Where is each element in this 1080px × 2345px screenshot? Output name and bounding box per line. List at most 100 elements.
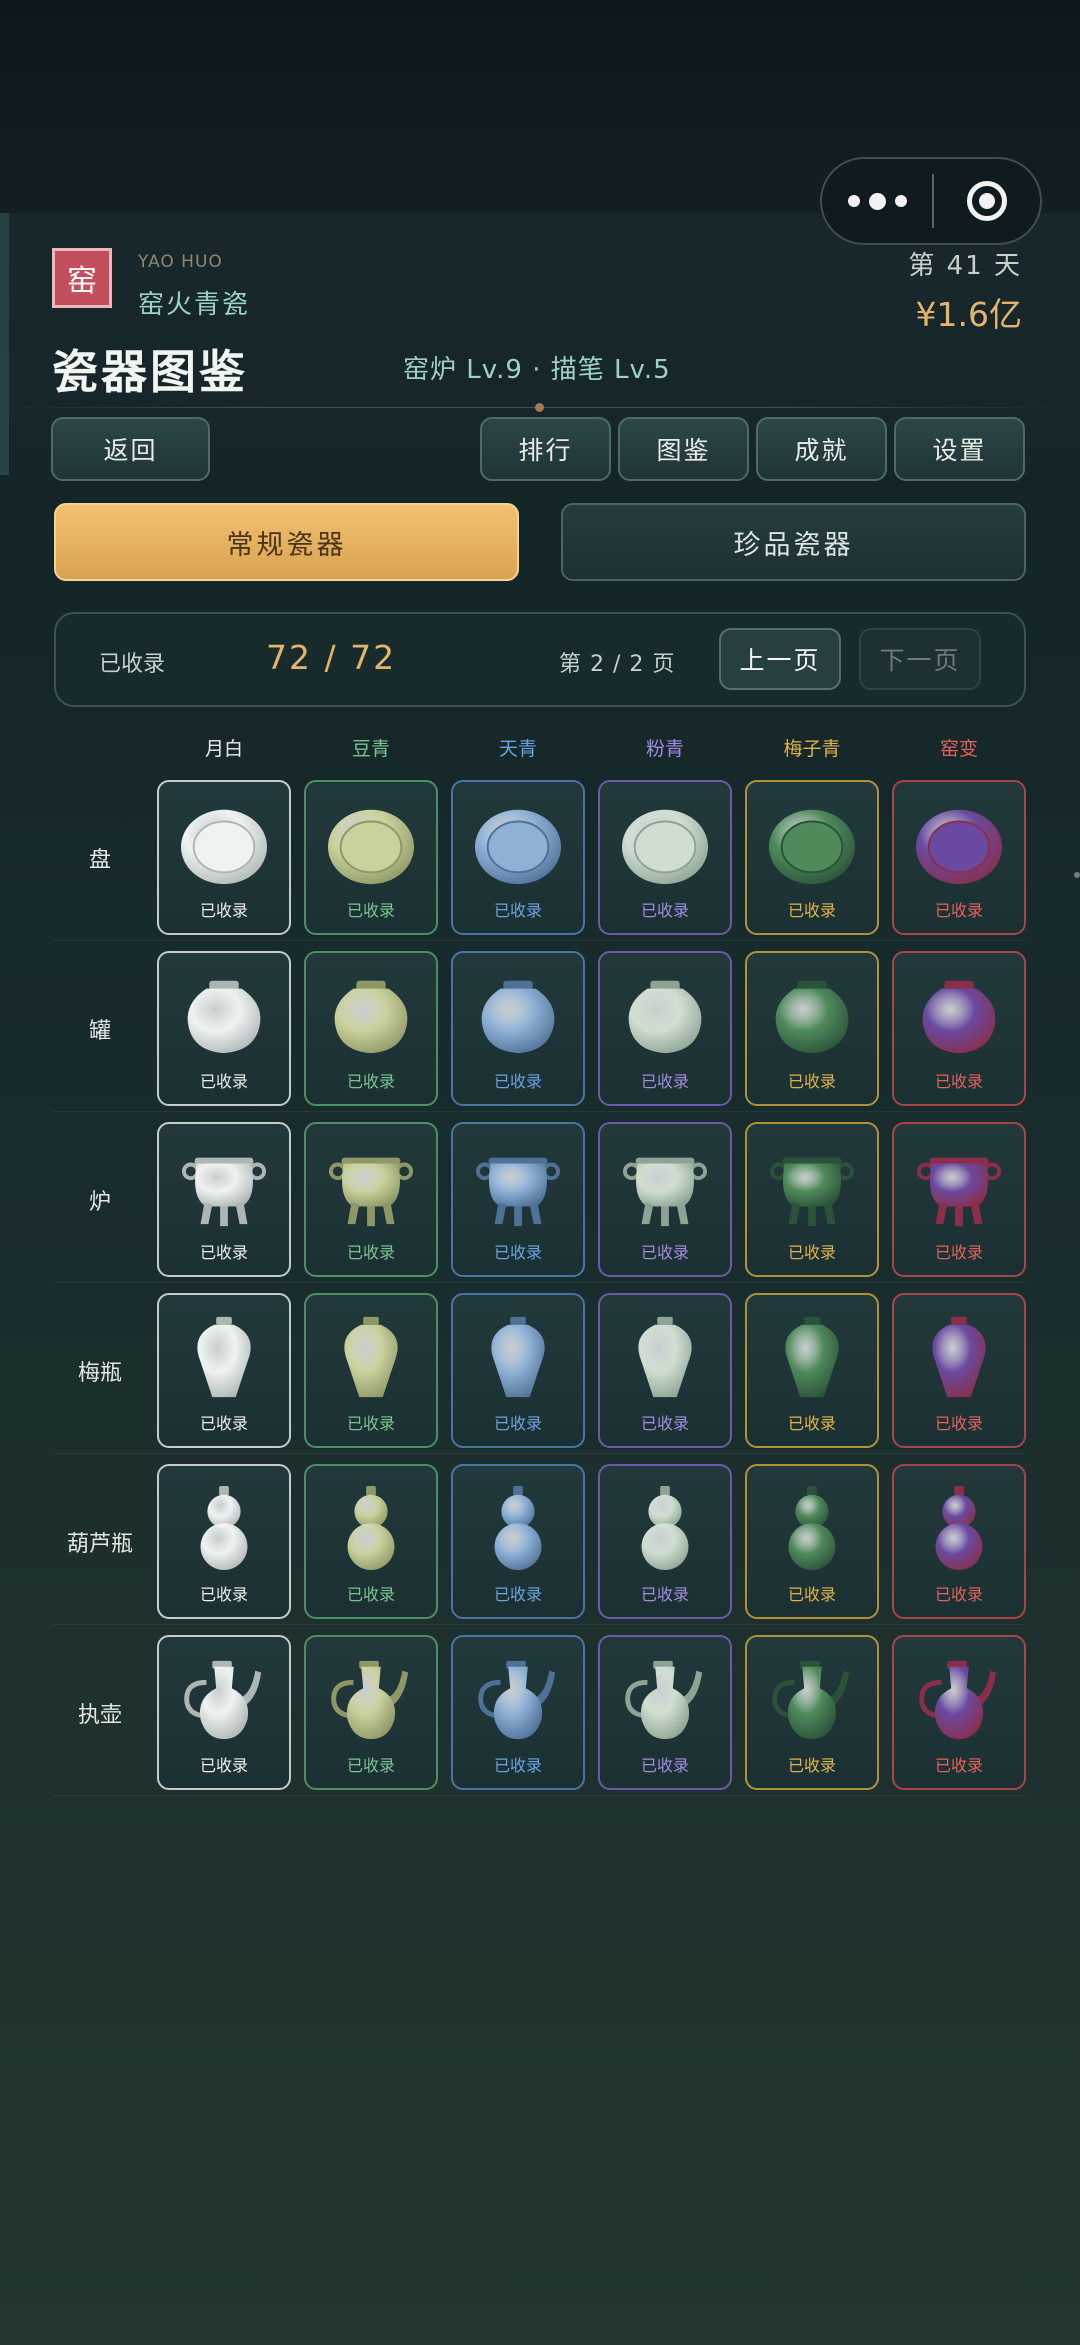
- porcelain-image: [334, 980, 408, 1054]
- collected-status: 已收录: [640, 1243, 689, 1262]
- porcelain-card[interactable]: 已收录: [304, 780, 438, 935]
- porcelain-card[interactable]: 已收录: [598, 951, 732, 1106]
- settings-button[interactable]: 设置: [894, 417, 1025, 481]
- vessel-label: 葫芦瓶: [66, 1532, 133, 1557]
- porcelain-image: [916, 1157, 1002, 1227]
- porcelain-card[interactable]: 已收录: [451, 1635, 585, 1790]
- collected-status: 已收录: [787, 1072, 836, 1091]
- level-info: 窑炉 Lv.9 · 描笔 Lv.5: [403, 355, 671, 385]
- porcelain-card[interactable]: 已收录: [598, 1122, 732, 1277]
- porcelain-card[interactable]: 已收录: [892, 951, 1026, 1106]
- money-display: ¥1.6亿: [915, 295, 1022, 334]
- porcelain-image: [180, 809, 268, 885]
- porcelain-image: [481, 980, 555, 1054]
- porcelain-card[interactable]: 已收录: [157, 951, 291, 1106]
- porcelain-card[interactable]: 已收录: [745, 1122, 879, 1277]
- vessel-label: 梅瓶: [77, 1361, 122, 1386]
- tab-rare-porcelain[interactable]: 珍品瓷器: [561, 503, 1026, 581]
- glaze-column-header: 粉青: [645, 738, 684, 760]
- porcelain-card[interactable]: 已收录: [451, 951, 585, 1106]
- porcelain-card[interactable]: 已收录: [304, 1293, 438, 1448]
- porcelain-image: [622, 1157, 708, 1227]
- porcelain-image: [788, 1485, 836, 1571]
- porcelain-image: [187, 980, 261, 1054]
- porcelain-image: [922, 980, 996, 1054]
- porcelain-card[interactable]: 已收录: [451, 780, 585, 935]
- porcelain-image: [915, 809, 1003, 885]
- porcelain-card[interactable]: 已收录: [745, 780, 879, 935]
- target-icon[interactable]: [934, 181, 1040, 221]
- tab-regular-porcelain[interactable]: 常规瓷器: [54, 503, 519, 581]
- glaze-column-header: 天青: [498, 738, 537, 760]
- mini-program-capsule[interactable]: [820, 157, 1042, 245]
- porcelain-card[interactable]: 已收录: [892, 1122, 1026, 1277]
- row-divider: [52, 1111, 1026, 1112]
- collected-status: 已收录: [493, 1585, 542, 1604]
- game-logo: 窑: [52, 248, 112, 308]
- porcelain-image: [638, 1316, 692, 1398]
- porcelain-card[interactable]: 已收录: [451, 1464, 585, 1619]
- collected-status: 已收录: [787, 1243, 836, 1262]
- collected-status: 已收录: [493, 1072, 542, 1091]
- divider-dot: [535, 403, 544, 412]
- porcelain-card[interactable]: 已收录: [304, 1122, 438, 1277]
- porcelain-card[interactable]: 已收录: [598, 1635, 732, 1790]
- porcelain-card[interactable]: 已收录: [304, 951, 438, 1106]
- scroll-dot: [1074, 872, 1080, 878]
- porcelain-image: [200, 1485, 248, 1571]
- glaze-column-header: 豆青: [351, 738, 390, 760]
- vessel-label: 执壶: [77, 1703, 122, 1728]
- row-divider: [52, 1282, 1026, 1283]
- porcelain-image: [641, 1485, 689, 1571]
- porcelain-image: [768, 809, 856, 885]
- porcelain-image: [331, 1660, 409, 1740]
- collected-status: 已收录: [640, 1585, 689, 1604]
- achievements-button[interactable]: 成就: [756, 417, 887, 481]
- collected-status: 已收录: [199, 1414, 248, 1433]
- porcelain-image: [344, 1316, 398, 1398]
- porcelain-image: [785, 1316, 839, 1398]
- porcelain-card[interactable]: 已收录: [598, 780, 732, 935]
- porcelain-card[interactable]: 已收录: [745, 1464, 879, 1619]
- rank-button[interactable]: 排行: [480, 417, 611, 481]
- porcelain-card[interactable]: 已收录: [304, 1464, 438, 1619]
- collection-button[interactable]: 图鉴: [618, 417, 749, 481]
- collected-status: 已收录: [934, 901, 983, 920]
- more-dots-icon[interactable]: [822, 192, 932, 210]
- porcelain-card[interactable]: 已收录: [745, 1293, 879, 1448]
- prev-page-button[interactable]: 上一页: [719, 628, 841, 690]
- collected-status: 已收录: [640, 1756, 689, 1775]
- collected-status: 已收录: [787, 1414, 836, 1433]
- porcelain-card[interactable]: 已收录: [598, 1293, 732, 1448]
- porcelain-card[interactable]: 已收录: [157, 1293, 291, 1448]
- porcelain-image: [181, 1157, 267, 1227]
- back-button[interactable]: 返回: [51, 417, 210, 481]
- collected-status: 已收录: [787, 901, 836, 920]
- porcelain-image: [474, 809, 562, 885]
- collected-status: 已收录: [199, 1756, 248, 1775]
- porcelain-card[interactable]: 已收录: [892, 1293, 1026, 1448]
- collected-status: 已收录: [787, 1585, 836, 1604]
- porcelain-card[interactable]: 已收录: [892, 780, 1026, 935]
- collected-status: 已收录: [346, 901, 395, 920]
- porcelain-image: [935, 1485, 983, 1571]
- next-page-button[interactable]: 下一页: [859, 628, 981, 690]
- porcelain-image: [932, 1316, 986, 1398]
- porcelain-card[interactable]: 已收录: [892, 1464, 1026, 1619]
- porcelain-card[interactable]: 已收录: [304, 1635, 438, 1790]
- porcelain-image: [772, 1660, 850, 1740]
- porcelain-card[interactable]: 已收录: [745, 951, 879, 1106]
- porcelain-card[interactable]: 已收录: [745, 1635, 879, 1790]
- porcelain-card[interactable]: 已收录: [892, 1635, 1026, 1790]
- porcelain-card[interactable]: 已收录: [157, 780, 291, 935]
- row-divider: [52, 1453, 1026, 1454]
- porcelain-image: [919, 1660, 997, 1740]
- porcelain-image: [478, 1660, 556, 1740]
- porcelain-card[interactable]: 已收录: [157, 1635, 291, 1790]
- porcelain-card[interactable]: 已收录: [451, 1293, 585, 1448]
- page-title: 瓷器图鉴: [52, 345, 248, 399]
- porcelain-card[interactable]: 已收录: [451, 1122, 585, 1277]
- porcelain-card[interactable]: 已收录: [598, 1464, 732, 1619]
- porcelain-card[interactable]: 已收录: [157, 1122, 291, 1277]
- porcelain-card[interactable]: 已收录: [157, 1464, 291, 1619]
